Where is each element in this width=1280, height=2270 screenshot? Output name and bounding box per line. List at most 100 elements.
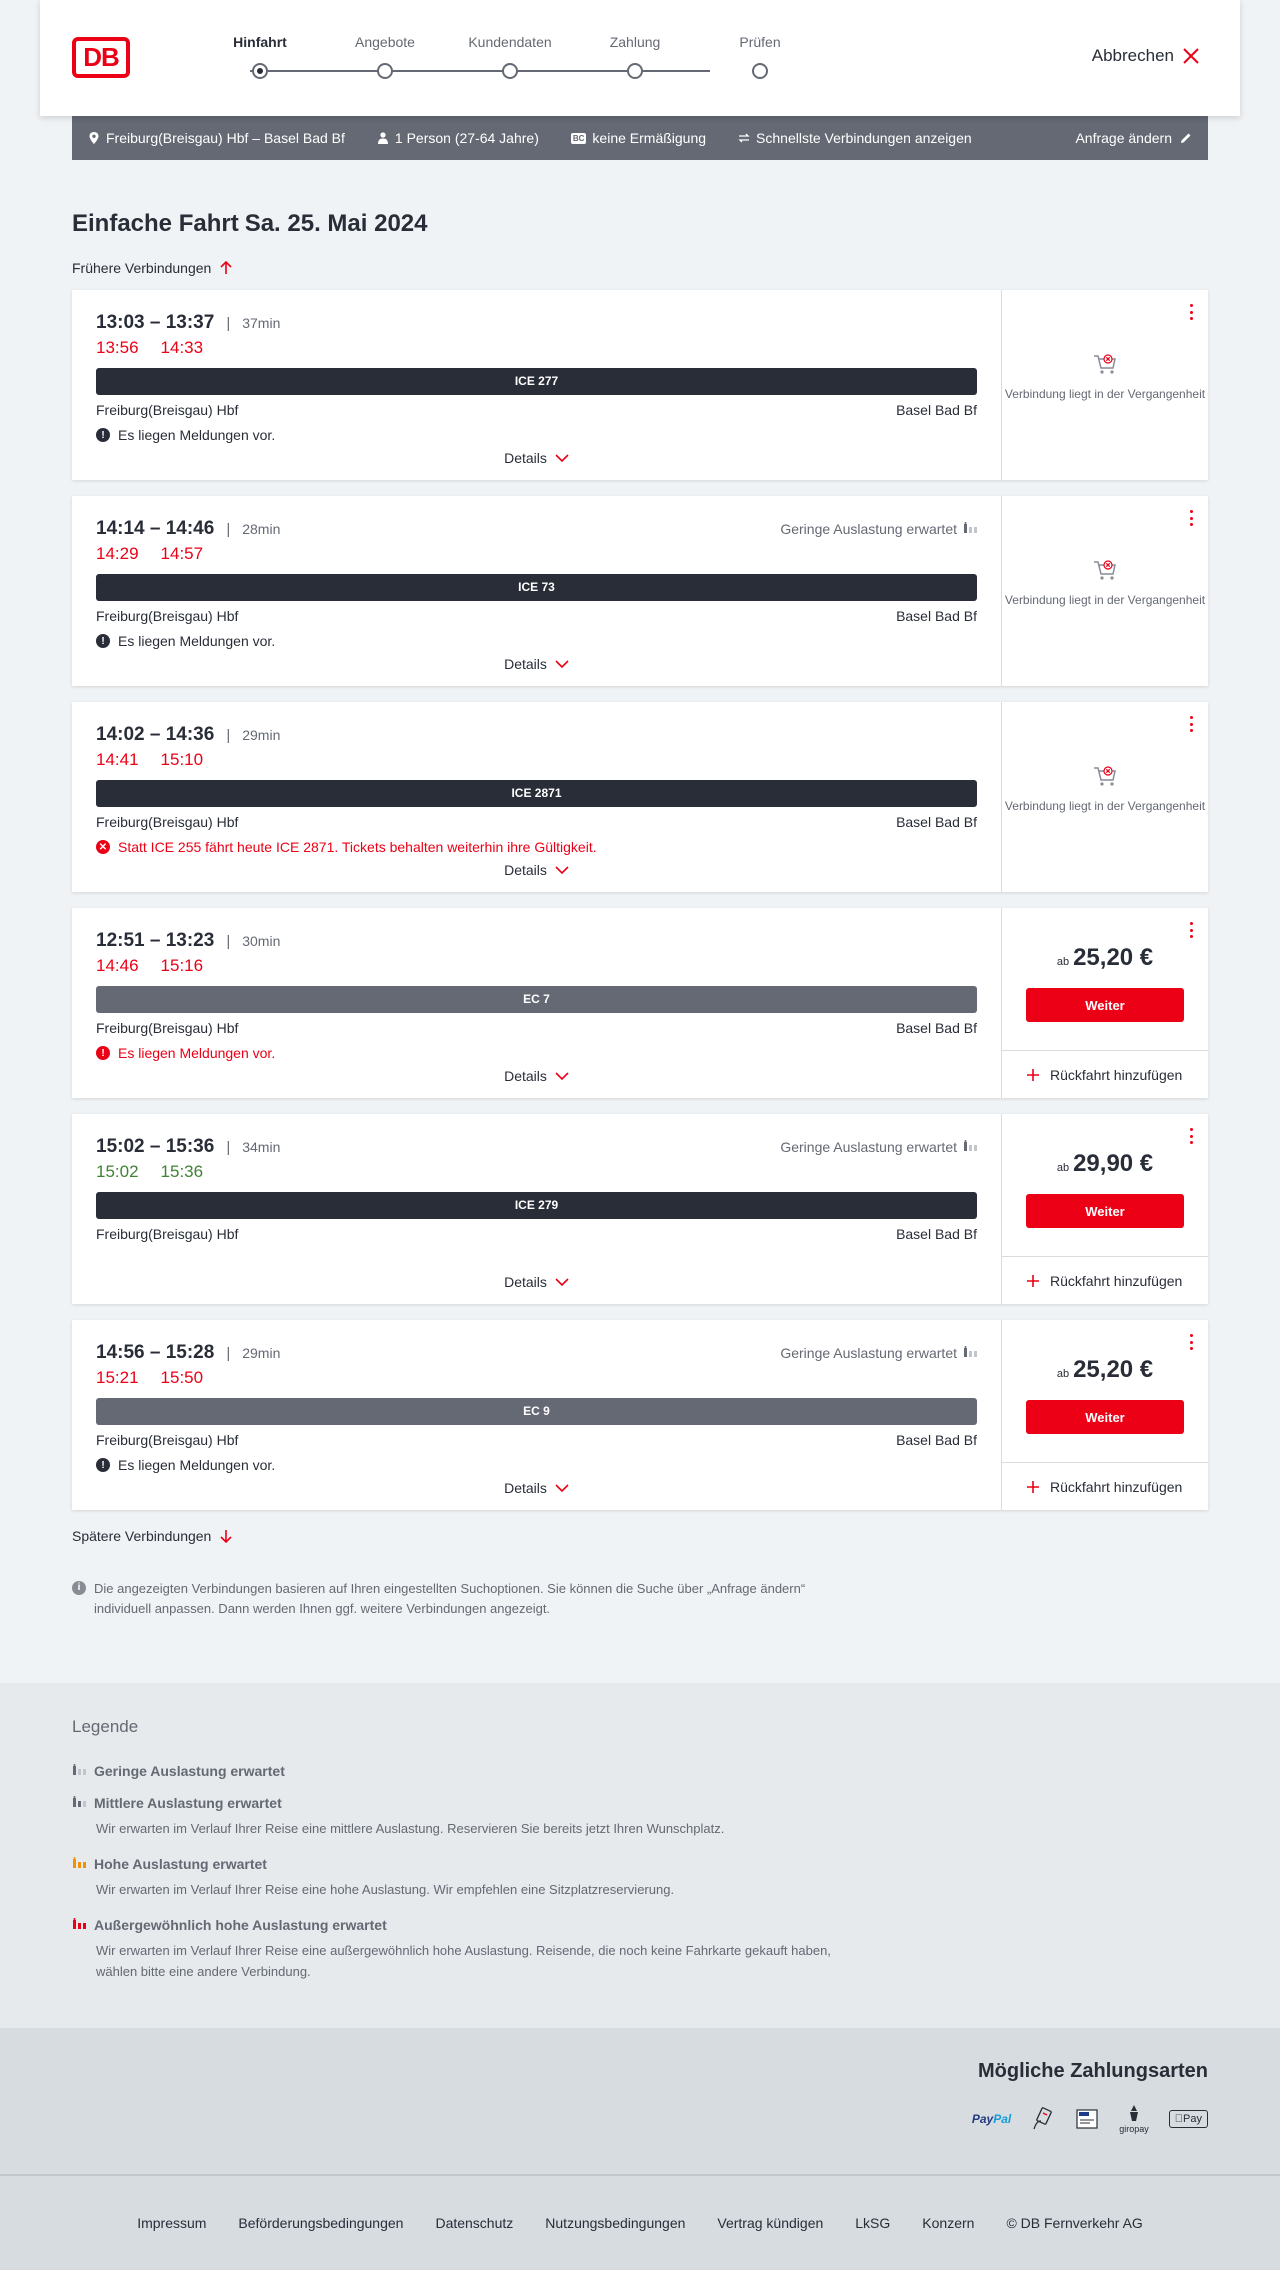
footer-link[interactable]: Vertrag kündigen [717, 2215, 823, 2231]
alert-icon: ! [96, 1046, 110, 1060]
logo-text: DB [83, 42, 120, 72]
search-info-note: i Die angezeigten Verbindungen basieren … [72, 1579, 852, 1619]
connection-card[interactable]: 13:03 – 13:37 | 37min 13:56 14:33 ICE 277 Frei… [72, 290, 1208, 480]
planned-time-range: 13:03 – 13:37 [96, 312, 215, 333]
offer-panel: Verbindung liegt in der Vergangenheit [1002, 496, 1208, 686]
legend-item-desc: Wir erwarten im Verlauf Ihrer Reise eine… [96, 1821, 725, 1837]
message-text: Es liegen Meldungen vor. [118, 427, 276, 443]
info-icon: i [72, 1581, 86, 1595]
origin-station: Freiburg(Breisgau) Hbf [96, 1226, 239, 1242]
origin-station: Freiburg(Breisgau) Hbf [96, 402, 239, 418]
query-discount[interactable]: BC keine Ermäßigung [570, 130, 706, 146]
query-bar: Freiburg(Breisgau) Hbf – Basel Bad Bf 1 … [72, 116, 1208, 160]
continue-button[interactable]: Weiter [1026, 1400, 1184, 1434]
destination-station: Basel Bad Bf [896, 814, 977, 830]
connection-card[interactable]: 14:02 – 14:36 | 29min 14:41 15:10 ICE 2871 Fre… [72, 702, 1208, 892]
db-logo[interactable]: DB [72, 37, 130, 78]
details-label: Details [504, 862, 547, 878]
earlier-connections-link[interactable]: Frühere Verbindungen [72, 260, 1208, 276]
footer-link[interactable]: Datenschutz [435, 2215, 513, 2231]
bahncard-icon: BC [570, 132, 587, 144]
details-toggle[interactable]: Details [72, 1274, 1001, 1290]
location-pin-icon [89, 132, 99, 144]
more-options-icon[interactable] [1188, 922, 1194, 938]
legend-item: Mittlere Auslastung erwartet Wir erwarten… [72, 1795, 1208, 1840]
change-query-button[interactable]: Anfrage ändern [1075, 130, 1192, 146]
train-bar[interactable]: EC 9 [96, 1398, 977, 1425]
past-text: Verbindung liegt in der Vergangenheit [1004, 593, 1206, 607]
more-options-icon[interactable] [1188, 1128, 1194, 1144]
realtime-departure: 14:41 [96, 750, 139, 769]
query-route[interactable]: Freiburg(Breisgau) Hbf – Basel Bad Bf [88, 130, 345, 146]
cart-unavailable-icon [1094, 560, 1116, 580]
offer-panel: ab 29,90 € Weiter Rückfahrt hinzufügen [1002, 1114, 1208, 1304]
realtime-departure: 14:46 [96, 956, 139, 975]
realtime-departure: 15:02 [96, 1162, 139, 1181]
step-angebote[interactable]: Angebote [335, 34, 435, 79]
realtime-times: 15:21 15:50 [96, 1368, 977, 1388]
train-bar[interactable]: ICE 2871 [96, 780, 977, 807]
train-bar[interactable]: ICE 277 [96, 368, 977, 395]
fastest-text: Schnellste Verbindungen anzeigen [756, 130, 972, 146]
step-kundendaten[interactable]: Kundendaten [460, 34, 560, 79]
connection-card[interactable]: 15:02 – 15:36 | 34min Geringe Auslastung er… [72, 1114, 1208, 1304]
more-options-icon[interactable] [1188, 304, 1194, 320]
connection-card[interactable]: 14:14 – 14:46 | 28min Geringe Auslastung er… [72, 496, 1208, 686]
price-value: 25,20 € [1073, 1356, 1154, 1383]
details-label: Details [504, 450, 547, 466]
connection-details: 14:56 – 15:28 | 29min Geringe Auslastung er… [72, 1320, 1002, 1510]
realtime-times: 14:41 15:10 [96, 750, 977, 770]
realtime-arrival: 15:10 [160, 750, 204, 769]
connection-card[interactable]: 14:56 – 15:28 | 29min Geringe Auslastung er… [72, 1320, 1208, 1510]
separator: | [226, 315, 231, 332]
step-hinfahrt[interactable]: Hinfahrt [210, 34, 310, 79]
realtime-times: 15:02 15:36 [96, 1162, 977, 1182]
stations: Freiburg(Breisgau) Hbf Basel Bad Bf [96, 608, 977, 624]
destination-station: Basel Bad Bf [896, 1020, 977, 1036]
more-options-icon[interactable] [1188, 510, 1194, 526]
price-prefix: ab [1056, 1162, 1070, 1174]
realtime-arrival: 14:57 [160, 544, 204, 563]
details-toggle[interactable]: Details [72, 450, 1001, 466]
details-toggle[interactable]: Details [72, 862, 1001, 878]
message-text: Es liegen Meldungen vor. [118, 633, 276, 649]
train-bar[interactable]: ICE 279 [96, 1192, 977, 1219]
footer-link[interactable]: Nutzungsbedingungen [545, 2215, 685, 2231]
progress-steps: Hinfahrt Angebote Kundendaten Zahlung Pr… [210, 34, 781, 84]
add-return-trip-button[interactable]: Rückfahrt hinzufügen [1002, 1050, 1208, 1098]
step-zahlung[interactable]: Zahlung [585, 34, 685, 79]
add-return-trip-button[interactable]: Rückfahrt hinzufügen [1002, 1256, 1208, 1304]
footer-link[interactable]: LkSG [855, 2215, 890, 2231]
more-options-icon[interactable] [1188, 716, 1194, 732]
details-toggle[interactable]: Details [72, 1480, 1001, 1496]
train-bar[interactable]: EC 7 [96, 986, 977, 1013]
cancel-button[interactable]: Abbrechen [1092, 46, 1200, 66]
occupancy-low-icon [963, 1345, 977, 1361]
step-pruefen[interactable]: Prüfen [710, 34, 810, 79]
details-toggle[interactable]: Details [72, 656, 1001, 672]
cart-unavailable-icon [1094, 766, 1116, 786]
footer-link[interactable]: Impressum [137, 2215, 206, 2231]
more-options-icon[interactable] [1188, 1334, 1194, 1350]
query-fastest[interactable]: Schnellste Verbindungen anzeigen [738, 130, 972, 146]
page-title: Einfache Fahrt Sa. 25. Mai 2024 [72, 210, 1208, 238]
step-label: Zahlung [609, 34, 661, 50]
train-bar[interactable]: ICE 73 [96, 574, 977, 601]
continue-button[interactable]: Weiter [1026, 988, 1184, 1022]
details-toggle[interactable]: Details [72, 1068, 1001, 1084]
query-passengers[interactable]: 1 Person (27-64 Jahre) [377, 130, 539, 146]
footer-link[interactable]: Beförderungsbedingungen [238, 2215, 403, 2231]
legend-item-title: Mittlere Auslastung erwartet [94, 1795, 282, 1812]
legend-item: Hohe Auslastung erwartet Wir erwarten im … [72, 1856, 1208, 1901]
footer-link[interactable]: Konzern [922, 2215, 974, 2231]
later-connections-link[interactable]: Spätere Verbindungen [72, 1528, 1208, 1544]
step-label: Kundendaten [468, 34, 552, 50]
footer-link[interactable]: © DB Fernverkehr AG [1006, 2215, 1142, 2231]
stations: Freiburg(Breisgau) Hbf Basel Bad Bf [96, 814, 977, 830]
connection-details: 13:03 – 13:37 | 37min 13:56 14:33 ICE 277 Frei… [72, 290, 1002, 480]
continue-button[interactable]: Weiter [1026, 1194, 1184, 1228]
add-return-trip-button[interactable]: Rückfahrt hinzufügen [1002, 1462, 1208, 1510]
past-connection-notice: Verbindung liegt in der Vergangenheit [1002, 350, 1208, 402]
step-dot [502, 63, 518, 79]
connection-card[interactable]: 12:51 – 13:23 | 30min 14:46 15:16 EC 7 Freibur… [72, 908, 1208, 1098]
